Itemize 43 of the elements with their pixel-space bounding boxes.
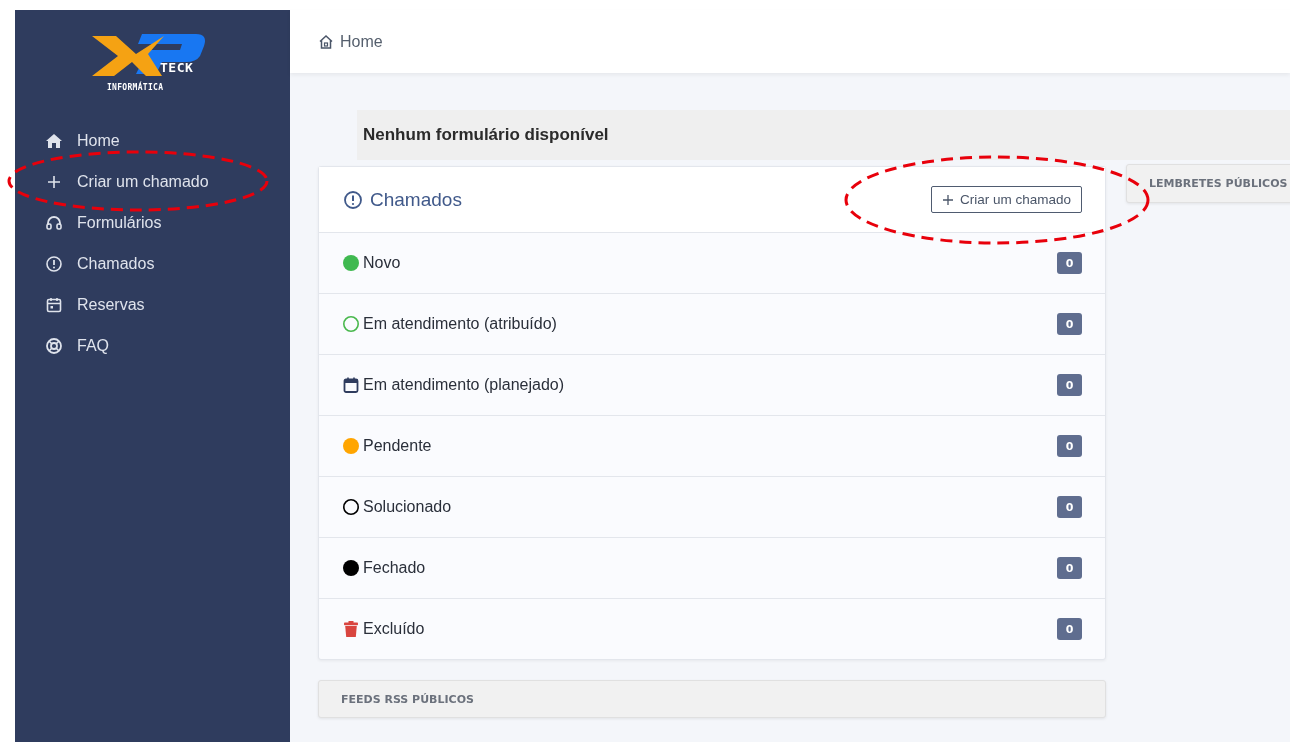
- count-badge: 0: [1057, 496, 1082, 518]
- status-label: Excluído: [363, 620, 425, 638]
- count-badge: 0: [1057, 313, 1082, 335]
- ticket-status-row[interactable]: Novo 0: [319, 233, 1105, 294]
- ticket-status-row[interactable]: Solucionado 0: [319, 477, 1105, 538]
- card-title: Chamados: [370, 188, 462, 211]
- ticket-status-row[interactable]: Em atendimento (planejado) 0: [319, 355, 1105, 416]
- sidebar-item[interactable]: FAQ: [15, 325, 290, 366]
- status-label: Fechado: [363, 559, 426, 577]
- home-icon: [45, 131, 63, 150]
- sidebar-item[interactable]: Formulários: [15, 202, 290, 243]
- status-label: Novo: [363, 254, 401, 272]
- sidebar-item[interactable]: Chamados: [15, 243, 290, 284]
- create-ticket-button[interactable]: Criar um chamado: [930, 186, 1082, 213]
- panel-title: FEEDS RSS PÚBLICOS: [341, 692, 474, 706]
- ticket-status-row[interactable]: Em atendimento (atribuído) 0: [319, 294, 1105, 355]
- count-badge: 0: [1057, 252, 1082, 274]
- logo-subtext: INFORMÁTICA: [107, 83, 164, 92]
- ticket-status-row[interactable]: Excluído 0: [319, 599, 1105, 659]
- status-label: Solucionado: [363, 498, 452, 516]
- count-badge: 0: [1057, 435, 1082, 457]
- status-label: Pendente: [363, 437, 432, 455]
- status-label: Em atendimento (atribuído): [363, 315, 557, 333]
- logo-text: TECK: [160, 61, 194, 74]
- sidebar-item[interactable]: Reservas: [15, 284, 290, 325]
- notice-text: Nenhum formulário disponível: [363, 125, 609, 145]
- lifebuoy-icon: [45, 336, 63, 355]
- sidebar-item[interactable]: Home: [15, 120, 290, 161]
- panel-title: LEMBRETES PÚBLICOS: [1149, 177, 1288, 190]
- status-label: Em atendimento (planejado): [363, 376, 564, 394]
- count-badge: 0: [1057, 618, 1082, 640]
- sidebar-item[interactable]: Criar um chamado: [15, 161, 290, 202]
- count-badge: 0: [1057, 557, 1082, 579]
- ticket-status-row[interactable]: Fechado 0: [319, 538, 1105, 599]
- home-icon: [318, 33, 334, 50]
- ticket-status-row[interactable]: Pendente 0: [319, 416, 1105, 477]
- headset-icon: [45, 213, 63, 232]
- alert-icon: [343, 189, 363, 210]
- calendar-icon: [45, 295, 63, 314]
- plus-icon: [941, 193, 954, 206]
- breadcrumb[interactable]: Home: [318, 32, 383, 51]
- count-badge: 0: [1057, 374, 1082, 396]
- alert-icon: [45, 254, 63, 273]
